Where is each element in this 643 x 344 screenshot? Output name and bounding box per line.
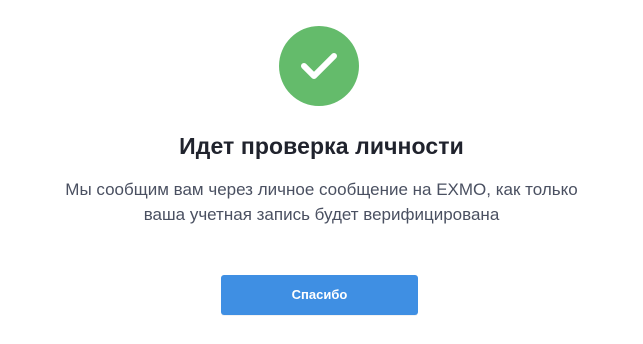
verification-dialog: Идет проверка личности Мы сообщим вам че…	[0, 0, 643, 344]
success-check-icon	[279, 26, 359, 106]
thanks-button[interactable]: Спасибо	[221, 275, 418, 315]
message-line-2: ваша учетная запись будет верифицирована	[143, 205, 500, 224]
dialog-message: Мы сообщим вам через личное сообщение на…	[0, 177, 643, 227]
dialog-title: Идет проверка личности	[179, 133, 464, 159]
message-line-1: Мы сообщим вам через личное сообщение на…	[65, 180, 578, 199]
check-icon	[301, 53, 337, 79]
